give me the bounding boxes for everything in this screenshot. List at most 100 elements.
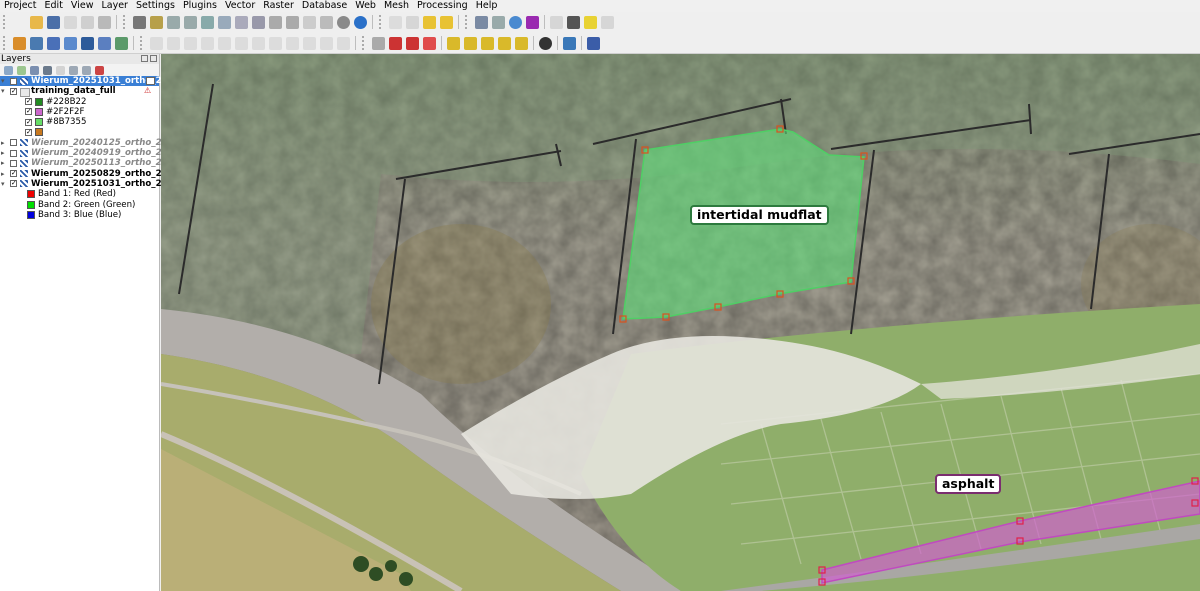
menu-raster[interactable]: Raster: [259, 0, 298, 12]
pan-to-selection-icon[interactable]: [150, 15, 163, 29]
legend-item[interactable]: Band 2: Green (Green): [0, 200, 159, 210]
zoom-out-icon[interactable]: [184, 15, 197, 29]
expand-all-icon[interactable]: [69, 65, 78, 75]
zoom-selection-icon[interactable]: [218, 15, 231, 29]
save-project-icon[interactable]: [47, 15, 60, 29]
menu-web[interactable]: Web: [351, 0, 380, 12]
vertex-tool-icon[interactable]: [98, 36, 111, 50]
help-icon[interactable]: [587, 36, 600, 50]
float-panel-icon[interactable]: [141, 55, 148, 62]
text-annotation-icon[interactable]: [567, 15, 580, 29]
layer-item[interactable]: ▾ ✓ Wierum_20251031_ortho_28: [0, 179, 168, 189]
map-tips-icon[interactable]: [584, 15, 597, 29]
expand-arrow-icon[interactable]: ▾: [1, 179, 5, 189]
expand-arrow-icon[interactable]: ▸: [1, 148, 5, 158]
zoom-in-icon[interactable]: [167, 15, 180, 29]
open-project-icon[interactable]: [30, 15, 43, 29]
label-pin-icon[interactable]: [515, 36, 528, 50]
grid-icon[interactable]: [550, 15, 563, 29]
layer-visibility-checkbox[interactable]: ✓: [10, 87, 17, 95]
pan-map-icon[interactable]: [133, 15, 146, 29]
menu-vector[interactable]: Vector: [221, 0, 259, 12]
map-canvas[interactable]: intertidal mudflat asphalt: [161, 54, 1200, 591]
layout-manager-icon[interactable]: [81, 15, 94, 29]
toolbar-grip[interactable]: [123, 15, 128, 29]
identify-features-icon[interactable]: [389, 15, 402, 29]
zoom-last-icon[interactable]: [269, 15, 282, 29]
close-panel-icon[interactable]: [150, 55, 157, 62]
warning-icon[interactable]: ⚠: [144, 86, 151, 96]
edit-layer-icon[interactable]: [13, 36, 26, 50]
new-map-view-icon[interactable]: [303, 15, 316, 29]
toolbar-grip[interactable]: [362, 36, 367, 50]
new-print-layout-icon[interactable]: [64, 15, 77, 29]
copy-icon[interactable]: [286, 36, 299, 50]
layer-visibility-checkbox[interactable]: ✓: [25, 98, 32, 106]
new-project-icon[interactable]: [13, 16, 26, 29]
pencil-icon[interactable]: [150, 36, 163, 50]
select-features-icon[interactable]: [423, 15, 436, 29]
save-edits-icon[interactable]: [115, 36, 128, 50]
paste-icon[interactable]: [303, 36, 316, 50]
move-feature-icon[interactable]: [218, 36, 231, 50]
legend-item[interactable]: ✓: [0, 127, 159, 137]
layer-visibility-checkbox[interactable]: ✓: [25, 118, 32, 126]
layer-item[interactable]: ▸ Wierum_20240919_ortho_28: [0, 148, 168, 158]
save-disabled-icon[interactable]: [184, 36, 197, 50]
menu-layer[interactable]: Layer: [97, 0, 132, 12]
rubber-icon[interactable]: [167, 36, 180, 50]
menu-view[interactable]: View: [67, 0, 98, 12]
layer-item[interactable]: ▾ ✓ training_data_full ⚠: [0, 86, 159, 97]
redo-icon[interactable]: [337, 36, 350, 50]
node-tool-icon[interactable]: [235, 36, 248, 50]
plugin-world-icon[interactable]: [539, 36, 552, 50]
filter-legend-icon[interactable]: [43, 65, 52, 75]
layer-visibility-checkbox[interactable]: ✓: [25, 128, 32, 136]
measure-icon[interactable]: [475, 15, 488, 29]
statistics-sigma-icon[interactable]: [526, 15, 539, 29]
attribute-table-icon[interactable]: [406, 15, 419, 29]
menu-help[interactable]: Help: [472, 0, 502, 12]
layer-visibility-checkbox[interactable]: [10, 149, 17, 157]
layer-visibility-checkbox[interactable]: [10, 159, 17, 167]
expand-arrow-icon[interactable]: ▸: [1, 138, 5, 148]
legend-item[interactable]: ✓ #228B22: [0, 97, 159, 107]
layer-visibility-checkbox[interactable]: ✓: [25, 108, 32, 116]
undo-icon[interactable]: [320, 36, 333, 50]
calculator-icon[interactable]: [492, 15, 505, 29]
refresh-icon[interactable]: [354, 15, 367, 29]
toolbar-grip[interactable]: [3, 36, 8, 50]
add-polygon-icon[interactable]: [81, 36, 94, 50]
temporal-controller-icon[interactable]: [337, 15, 350, 29]
pen-icon[interactable]: [64, 36, 77, 50]
add-group-icon[interactable]: [17, 65, 26, 75]
tools-icon[interactable]: [601, 15, 614, 29]
new-3d-view-icon[interactable]: [320, 15, 333, 29]
highlight-label-icon[interactable]: [389, 36, 402, 50]
deselect-icon[interactable]: [440, 15, 453, 29]
expand-arrow-icon[interactable]: ▸: [1, 169, 5, 179]
toolbar-grip[interactable]: [3, 15, 8, 29]
digitize-icon[interactable]: [47, 36, 60, 50]
show-label-icon[interactable]: [423, 36, 436, 50]
expand-arrow-icon[interactable]: ▾: [1, 76, 5, 86]
layer-item[interactable]: ▸ ✓ Wierum_20250829_ortho_28: [0, 169, 168, 179]
legend-item[interactable]: ✓ #8B7355: [0, 117, 159, 127]
pin-label-icon[interactable]: [406, 36, 419, 50]
add-record-icon[interactable]: [201, 36, 214, 50]
menu-edit[interactable]: Edit: [41, 0, 67, 12]
toolbar-grip[interactable]: [465, 15, 470, 29]
expand-arrow-icon[interactable]: ▾: [1, 86, 5, 96]
menu-processing[interactable]: Processing: [413, 0, 472, 12]
layer-item[interactable]: ▸ Wierum_20250113_ortho_28: [0, 158, 168, 168]
toolbar-grip[interactable]: [379, 15, 384, 29]
label-rotate-icon[interactable]: [464, 36, 477, 50]
expand-arrow-icon[interactable]: ▸: [1, 158, 5, 168]
open-styling-icon[interactable]: [4, 65, 13, 75]
python-icon[interactable]: [563, 36, 576, 50]
label-move-icon[interactable]: [447, 36, 460, 50]
menu-database[interactable]: Database: [298, 0, 351, 12]
layer-visibility-checkbox[interactable]: ✓: [10, 77, 17, 85]
zoom-next-icon[interactable]: [286, 15, 299, 29]
collapse-all-icon[interactable]: [82, 65, 91, 75]
